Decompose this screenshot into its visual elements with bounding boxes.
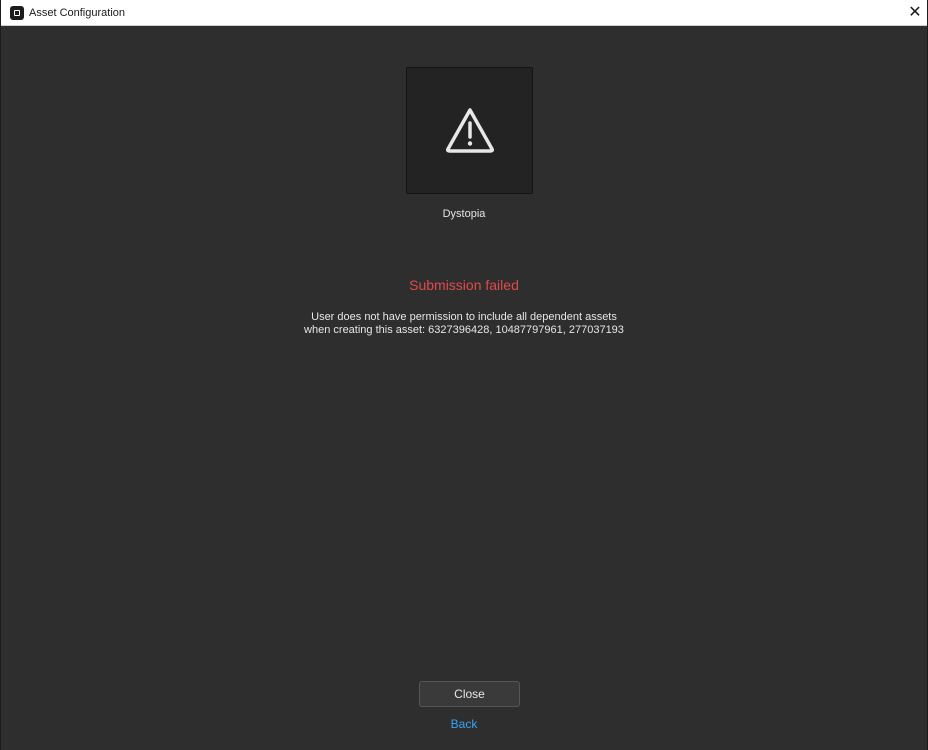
- asset-thumbnail: [406, 67, 533, 194]
- back-link[interactable]: Back: [1, 717, 927, 731]
- asset-name: Dystopia: [442, 208, 486, 220]
- warning-triangle-icon: [445, 108, 495, 153]
- error-message-line-2: when creating this asset: 6327396428, 10…: [304, 324, 624, 336]
- roblox-studio-icon: [10, 6, 24, 20]
- close-button[interactable]: Close: [419, 681, 520, 707]
- close-icon[interactable]: ✕: [905, 3, 925, 23]
- submission-error-message: User does not have permission to include…: [1, 311, 927, 337]
- asset-configuration-window: Asset Configuration ✕ Dystopia Submissio…: [0, 0, 928, 750]
- error-message-line-1: User does not have permission to include…: [311, 311, 617, 323]
- submission-status-title: Submission failed: [409, 277, 519, 293]
- title-bar: Asset Configuration ✕: [1, 0, 927, 26]
- window-title: Asset Configuration: [29, 7, 125, 19]
